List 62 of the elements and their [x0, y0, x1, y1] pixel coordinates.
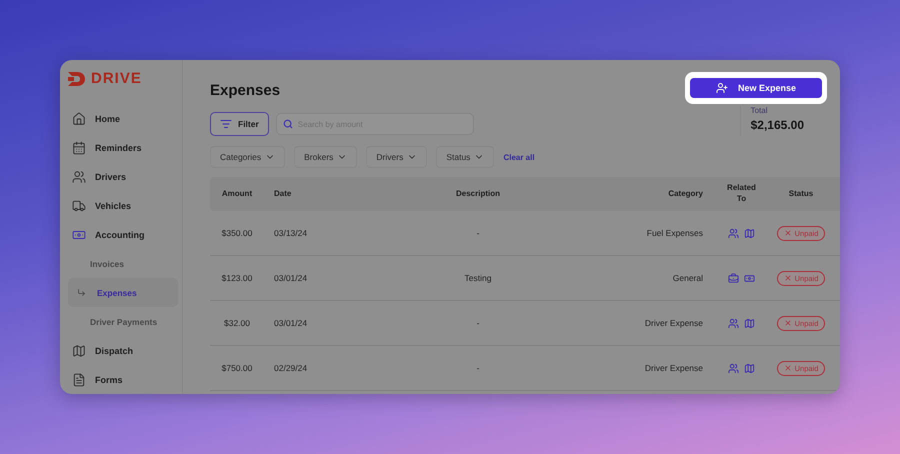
table-cell-text: - [476, 363, 480, 373]
calendar-icon [72, 141, 86, 156]
total-label: Total [750, 106, 769, 115]
filter-dropdown[interactable]: Brokers [294, 146, 358, 168]
truck-icon [72, 199, 86, 214]
sidebar-item[interactable]: Reminders [68, 134, 174, 163]
people-icon[interactable] [728, 362, 739, 374]
filter-icon [220, 118, 232, 130]
map-icon [72, 344, 86, 358]
sidebar-subitem[interactable]: Driver Payments [68, 307, 178, 336]
clear-all-link[interactable]: Clear all [503, 152, 535, 162]
column-header[interactable]: Description [328, 188, 628, 200]
sidebar-item[interactable]: Drivers [68, 162, 174, 192]
column-header[interactable]: Date [264, 188, 328, 200]
table-cell-text: 03/13/24 [273, 228, 308, 238]
sidebar-item[interactable]: Accounting [68, 220, 174, 250]
table-cell-text: 02/29/24 [273, 363, 308, 373]
briefcase-icon[interactable] [728, 272, 739, 284]
table-cell-text: Driver Expense [644, 363, 704, 373]
cash-icon[interactable] [744, 272, 755, 284]
sidebar-item[interactable]: Forms [68, 365, 174, 394]
form-icon [72, 372, 86, 387]
table-cell-text: 03/01/24 [273, 318, 308, 328]
table-cell-text: - [476, 318, 480, 328]
new-expense-button[interactable]: New Expense [690, 78, 822, 98]
house-icon [72, 112, 86, 126]
map-icon[interactable] [744, 362, 755, 374]
sidebar-item[interactable]: Dispatch [68, 336, 174, 366]
people-icon[interactable] [728, 228, 739, 238]
sidebar-item[interactable]: Vehicles [68, 192, 174, 221]
page-title: Expenses [210, 82, 280, 99]
logo-icon [68, 72, 88, 86]
sidebar-item[interactable]: Home [68, 105, 174, 134]
map-icon[interactable] [744, 318, 755, 328]
total-value: $2,165.00 [750, 118, 804, 132]
table-cell-text: General [672, 273, 704, 283]
people-icon[interactable] [728, 318, 739, 328]
user-plus-icon [716, 82, 728, 94]
brand-name: DRIVE [91, 70, 142, 87]
table-cell-text: $123.00 [220, 273, 254, 283]
people-icon [72, 170, 86, 184]
search-icon [282, 119, 293, 129]
table-cell-text: $32.00 [223, 318, 251, 328]
table-cell-text: - [476, 228, 480, 238]
table-cell-text: 03/01/24 [273, 273, 308, 283]
filter-dropdown[interactable]: Drivers [366, 146, 428, 168]
table-cell-text: $350.00 [220, 228, 254, 238]
filter-button[interactable]: Filter [210, 112, 269, 136]
table-cell-text: Fuel Expenses [646, 228, 704, 238]
filter-dropdown[interactable]: Categories [210, 146, 286, 168]
table-cell-text: Testing [464, 273, 492, 283]
column-header[interactable]: Related To [724, 183, 758, 205]
map-icon[interactable] [744, 228, 755, 238]
column-header[interactable]: Category [628, 188, 713, 200]
corner-arrow-icon [77, 288, 86, 298]
table-cell-text: Driver Expense [644, 318, 704, 328]
table-cell-text: $750.00 [220, 363, 254, 373]
sidebar-subitem[interactable]: Invoices [68, 250, 178, 278]
column-header[interactable]: Status [770, 188, 832, 200]
sidebar-subitem[interactable]: Expenses [68, 278, 178, 308]
column-header[interactable]: Amount [210, 188, 264, 200]
filter-dropdown[interactable]: Status [436, 146, 494, 168]
